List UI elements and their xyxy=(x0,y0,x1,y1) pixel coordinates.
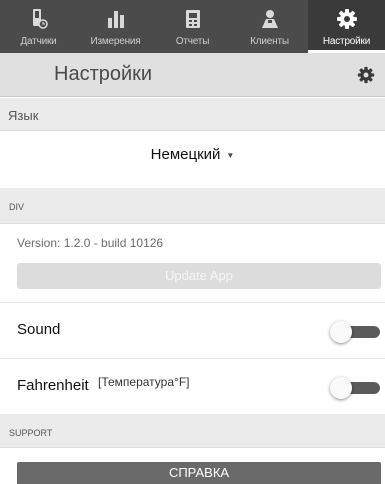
help-button[interactable]: СПРАВКА xyxy=(17,462,381,484)
section-support: SUPPORT xyxy=(0,414,385,448)
tab-label: Датчики xyxy=(20,36,57,47)
fahrenheit-label: Fahrenheit xyxy=(17,377,89,394)
section-language: Язык xyxy=(0,98,385,131)
update-app-button[interactable]: Update App xyxy=(17,263,381,289)
tab-label: Измерения xyxy=(90,36,141,47)
report-icon xyxy=(185,10,200,28)
tab-settings[interactable]: Настройки xyxy=(308,0,385,53)
tab-bar: Датчики Измерения Отчеты Клиенты Настрой… xyxy=(0,0,385,53)
tab-label: Настройки xyxy=(322,36,371,47)
fahrenheit-toggle[interactable] xyxy=(330,377,380,399)
tab-label: Клиенты xyxy=(250,36,289,47)
tab-label: Отчеты xyxy=(175,36,210,47)
section-label: SUPPORT xyxy=(9,428,53,438)
section-label: Язык xyxy=(8,108,39,123)
version-text: Version: 1.2.0 - build 10126 xyxy=(17,236,164,250)
gear-icon xyxy=(336,9,357,29)
sound-row: Sound xyxy=(0,302,385,358)
fahrenheit-sublabel: [Температура°F] xyxy=(98,375,190,389)
page-title: Настройки xyxy=(54,63,153,85)
caret-down-icon: ▼ xyxy=(226,150,235,160)
tab-measurements[interactable]: Измерения xyxy=(77,0,154,53)
language-select[interactable]: Немецкий ▼ xyxy=(0,146,385,163)
tab-sensors[interactable]: Датчики xyxy=(0,0,77,53)
sensor-icon xyxy=(32,9,48,29)
language-value: Немецкий xyxy=(150,146,221,163)
gear-icon[interactable] xyxy=(357,66,375,84)
toggle-knob xyxy=(330,321,352,343)
tab-reports[interactable]: Отчеты xyxy=(154,0,231,53)
sound-label: Sound xyxy=(17,321,61,338)
toggle-knob xyxy=(330,377,352,399)
fahrenheit-row: Fahrenheit [Температура°F] xyxy=(0,358,385,414)
page-header: Настройки xyxy=(0,53,385,97)
sound-toggle[interactable] xyxy=(330,321,380,343)
section-div: DIV xyxy=(0,188,385,224)
section-label: DIV xyxy=(9,202,25,212)
bar-chart-icon xyxy=(107,11,124,28)
tab-clients[interactable]: Клиенты xyxy=(231,0,308,53)
clients-icon xyxy=(261,10,278,28)
